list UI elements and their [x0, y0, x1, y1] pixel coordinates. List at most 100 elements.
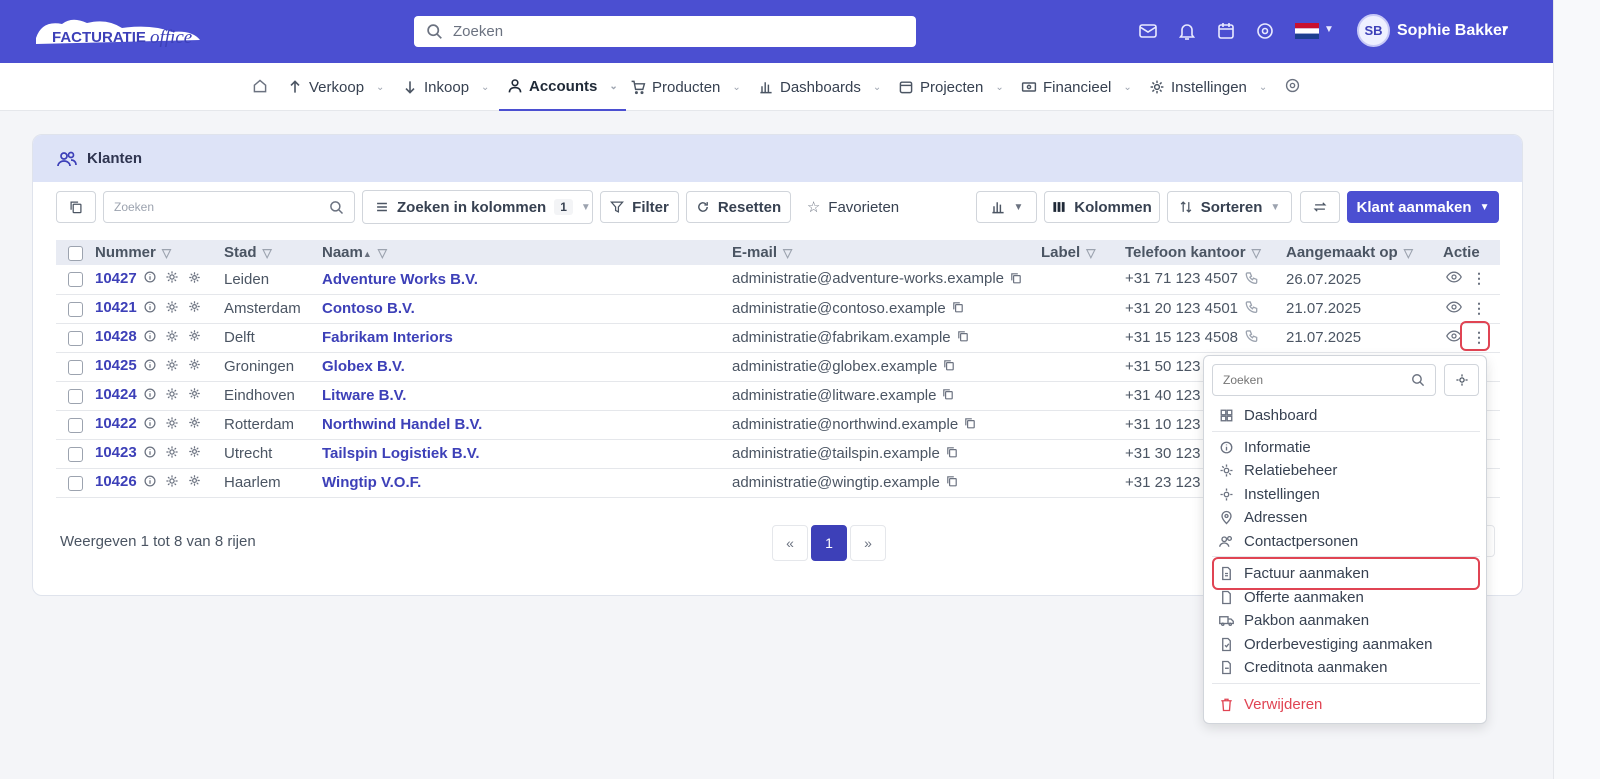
col-created[interactable]: Aangemaakt op ▽	[1286, 240, 1443, 265]
menu-item-info[interactable]: Informatie	[1219, 436, 1311, 458]
menu-item-packing[interactable]: Pakbon aanmaken	[1219, 609, 1369, 631]
customer-name-link[interactable]: Globex B.V.	[322, 358, 405, 375]
eye-icon[interactable]	[1446, 269, 1462, 289]
relation-icon[interactable]	[187, 473, 202, 492]
calendar-icon[interactable]	[1216, 21, 1236, 41]
copy-icon[interactable]	[1010, 271, 1022, 288]
col-number[interactable]: Nummer ▽	[95, 240, 224, 265]
col-name[interactable]: Naam▲ ▽	[322, 240, 732, 265]
language-chevron-icon[interactable]: ▼	[1324, 24, 1334, 35]
relation-icon[interactable]	[187, 444, 202, 463]
sort-button[interactable]: Sorteren ▼	[1167, 191, 1292, 223]
customer-number-link[interactable]: 10421	[95, 299, 137, 316]
row-checkbox[interactable]	[68, 388, 83, 404]
menu-item-credit[interactable]: Creditnota aanmaken	[1219, 656, 1387, 678]
table-row[interactable]: 10427 Leiden Adventure Works B.V. administr…	[56, 265, 1500, 295]
menu-item-addresses[interactable]: Adressen	[1219, 506, 1307, 528]
eye-icon[interactable]	[1446, 299, 1462, 319]
table-row[interactable]: 10428 Delft Fabrikam Interiors administrati…	[56, 323, 1500, 353]
prev-page-button[interactable]: «	[772, 525, 808, 561]
nav-projecten[interactable]: Projecten ⌄	[898, 63, 1004, 111]
row-checkbox[interactable]	[68, 272, 83, 288]
info-icon[interactable]	[143, 445, 157, 463]
row-checkbox[interactable]	[68, 475, 83, 491]
customer-name-link[interactable]: Litware B.V.	[322, 387, 406, 404]
row-checkbox[interactable]	[68, 301, 83, 317]
facturatie-office-logo[interactable]: FACTURATIE office	[32, 14, 204, 50]
filter-button[interactable]: Filter	[600, 191, 679, 223]
filter-icon[interactable]: ▽	[263, 246, 272, 260]
swap-button[interactable]	[1300, 191, 1340, 223]
page-1-button[interactable]: 1	[811, 525, 847, 561]
customer-number-link[interactable]: 10423	[95, 444, 137, 461]
customer-number-link[interactable]: 10424	[95, 386, 137, 403]
chart-options-button[interactable]: ▼	[976, 191, 1037, 223]
customer-name-link[interactable]: Fabrikam Interiors	[322, 329, 453, 346]
favorites-button[interactable]: ☆ Favorieten	[798, 191, 908, 223]
more-vertical-icon[interactable]: ⋮	[1472, 270, 1486, 286]
col-email[interactable]: E-mail ▽	[732, 240, 1041, 265]
filter-icon[interactable]: ▽	[162, 246, 171, 260]
customer-name-link[interactable]: Wingtip V.O.F.	[322, 474, 421, 491]
row-checkbox[interactable]	[68, 446, 83, 462]
nav-inkoop[interactable]: Inkoop ⌄	[402, 63, 489, 111]
phone-icon[interactable]	[1245, 300, 1258, 317]
info-icon[interactable]	[143, 270, 157, 288]
gear-icon[interactable]	[165, 445, 179, 463]
copy-icon[interactable]	[946, 474, 958, 491]
col-phone[interactable]: Telefoon kantoor ▽	[1125, 240, 1286, 265]
nav-producten[interactable]: Producten ⌄	[630, 63, 741, 111]
global-search-input[interactable]	[453, 23, 873, 40]
relation-icon[interactable]	[187, 270, 202, 289]
table-search-input[interactable]	[114, 200, 329, 214]
info-icon[interactable]	[143, 474, 157, 492]
relation-icon[interactable]	[187, 299, 202, 318]
add-customer-button[interactable]: Klant aanmaken ▼	[1347, 191, 1499, 223]
gear-icon[interactable]	[165, 416, 179, 434]
menu-item-order[interactable]: Orderbevestiging aanmaken	[1219, 633, 1432, 655]
row-checkbox[interactable]	[68, 417, 83, 433]
user-menu-chevron-icon[interactable]: ▼	[1500, 24, 1510, 35]
phone-icon[interactable]	[1245, 271, 1258, 288]
info-icon[interactable]	[143, 416, 157, 434]
table-row[interactable]: 10421 Amsterdam Contoso B.V. administratie@…	[56, 294, 1500, 324]
customer-name-link[interactable]: Northwind Handel B.V.	[322, 416, 482, 433]
gear-icon[interactable]	[165, 270, 179, 288]
search-columns-select[interactable]: Zoeken in kolommen 1 ▼	[362, 190, 593, 224]
gear-icon[interactable]	[165, 474, 179, 492]
copy-icon[interactable]	[943, 358, 955, 375]
info-icon[interactable]	[143, 300, 157, 318]
customer-number-link[interactable]: 10427	[95, 270, 137, 287]
home-icon[interactable]	[252, 78, 268, 94]
filter-icon[interactable]: ▽	[378, 246, 387, 260]
copy-icon[interactable]	[957, 329, 969, 346]
menu-search[interactable]	[1212, 364, 1436, 396]
gear-icon[interactable]	[165, 329, 179, 347]
customer-number-link[interactable]: 10422	[95, 415, 137, 432]
relation-icon[interactable]	[187, 386, 202, 405]
eye-icon[interactable]	[1284, 77, 1301, 94]
menu-settings-button[interactable]	[1444, 364, 1479, 396]
user-name[interactable]: Sophie Bakker	[1397, 22, 1508, 40]
menu-item-invoice[interactable]: Factuur aanmaken	[1219, 562, 1369, 584]
global-search[interactable]	[414, 16, 916, 47]
col-city[interactable]: Stad ▽	[224, 240, 322, 265]
customer-name-link[interactable]: Adventure Works B.V.	[322, 271, 478, 288]
relation-icon[interactable]	[187, 328, 202, 347]
copy-icon[interactable]	[952, 300, 964, 317]
nav-dashboards[interactable]: Dashboards ⌄	[758, 63, 881, 111]
relation-icon[interactable]	[187, 415, 202, 434]
eye-icon[interactable]	[1255, 21, 1275, 41]
nav-accounts[interactable]: Accounts ⌄	[499, 63, 626, 111]
customer-number-link[interactable]: 10428	[95, 328, 137, 345]
gear-icon[interactable]	[165, 387, 179, 405]
gear-icon[interactable]	[165, 300, 179, 318]
table-search[interactable]	[103, 191, 355, 223]
reset-button[interactable]: Resetten	[686, 191, 791, 223]
row-action-highlight[interactable]	[1460, 321, 1490, 351]
customer-name-link[interactable]: Contoso B.V.	[322, 300, 415, 317]
info-icon[interactable]	[143, 387, 157, 405]
menu-item-quote[interactable]: Offerte aanmaken	[1219, 586, 1364, 608]
menu-item-settings[interactable]: Instellingen	[1219, 483, 1320, 505]
phone-icon[interactable]	[1245, 329, 1258, 346]
